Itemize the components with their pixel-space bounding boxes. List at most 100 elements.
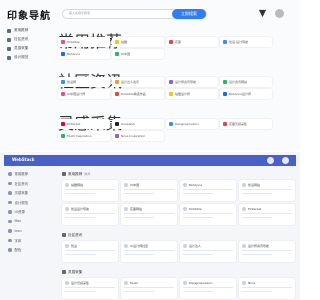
sidebar-item-label: 常用推荐 — [14, 28, 29, 32]
description-line — [183, 216, 213, 218]
site-card[interactable]: Muzli — [121, 278, 177, 299]
description-line — [183, 250, 233, 252]
site-card[interactable]: UI中国 — [112, 49, 164, 59]
user-icon[interactable] — [282, 157, 289, 164]
sidebar-item[interactable]: 常用推荐 — [4, 169, 54, 179]
icon-set-icon — [8, 229, 12, 233]
site-card-title: 设计师资讯导航 — [248, 244, 270, 248]
sidebar-item[interactable]: 灵感采集 — [7, 44, 51, 53]
site-card[interactable]: UI中国 — [121, 180, 177, 201]
site-card-title: 花瓣网站 — [130, 207, 143, 211]
sidebar-item[interactable]: 配色 — [4, 245, 54, 255]
site-card-title: 站酷网站 — [71, 183, 84, 187]
site-favicon-icon — [242, 281, 246, 285]
sidebar-item[interactable]: 字体 — [4, 236, 54, 246]
site-card[interactable]: UI设计师社区 — [121, 241, 177, 262]
site-card[interactable]: 设计灵感采集 — [62, 278, 118, 299]
site-card[interactable]: Dribbble — [58, 37, 110, 47]
site-card-title: 优设设计导航 — [71, 207, 90, 211]
sidebar-bottom: 常用推荐 社区资讯 灵感采集 设计规范 UI资源 Mac Icon 字体 配色 — [4, 169, 54, 255]
sidebar-item[interactable]: UI资源 — [4, 207, 54, 217]
site-card[interactable]: Unsplash — [112, 119, 164, 129]
description-line — [124, 192, 154, 194]
site-favicon-icon — [65, 183, 69, 187]
site-favicon-icon — [61, 122, 65, 126]
site-card[interactable]: Dribbble — [180, 204, 236, 225]
site-logo[interactable]: 印象导航 — [7, 7, 51, 22]
site-card[interactable]: 优设网站 — [239, 180, 295, 201]
site-card[interactable]: Pinterest — [58, 119, 110, 129]
site-card-label: Dribbble精选作品 — [121, 92, 146, 96]
site-card[interactable]: 花瓣 — [166, 37, 218, 47]
site-card-grid: 优设 UI设计师社区 设计达人 设计师资讯导航 — [62, 241, 295, 262]
site-card[interactable]: 站酷设计师 — [166, 89, 218, 99]
site-card[interactable]: 优设 — [62, 241, 118, 262]
site-card-title: 设计达人 — [189, 244, 202, 248]
site-card[interactable]: Behance — [180, 180, 236, 201]
brand-logo[interactable]: WebStack — [12, 157, 34, 162]
site-card-label: Pinterest — [67, 122, 81, 126]
site-card[interactable]: 站酷 — [112, 37, 164, 47]
sidebar-item-label: 配色 — [14, 248, 22, 253]
site-card[interactable]: 优设网 — [58, 77, 110, 87]
site-card[interactable]: Behance — [58, 49, 110, 59]
site-card[interactable]: 站酷网站 — [62, 180, 118, 201]
site-card[interactable]: Niice Inspiration — [112, 131, 164, 141]
sidebar-item[interactable]: Icon — [4, 226, 54, 236]
theme-toggle-icon[interactable] — [258, 9, 267, 18]
sidebar-item[interactable]: 设计规范 — [4, 198, 54, 208]
description-line — [124, 216, 154, 218]
site-favicon-icon — [65, 207, 69, 211]
site-favicon-icon — [65, 281, 69, 285]
site-favicon-icon — [242, 183, 246, 187]
site-card[interactable]: Dribbble精选作品 — [112, 89, 164, 99]
site-card[interactable]: 设计资讯网站 — [220, 77, 272, 87]
site-card[interactable]: Pinterest — [239, 204, 295, 225]
description-line — [124, 287, 174, 289]
description-line — [242, 192, 272, 194]
site-card[interactable]: Behance设计师 — [220, 89, 272, 99]
site-favicon-icon — [242, 207, 246, 211]
site-card[interactable]: 优设-设计导航 — [220, 37, 272, 47]
sidebar-item[interactable]: 设计规范 — [7, 53, 51, 62]
site-favicon-icon — [183, 281, 187, 285]
site-card-label: Niice Inspiration — [121, 134, 146, 138]
avatar-icon[interactable] — [275, 9, 284, 18]
site-card[interactable]: Designspiration — [166, 119, 218, 129]
sidebar-item[interactable]: 社区资讯 — [7, 35, 51, 44]
tag-icon — [62, 270, 66, 274]
site-card[interactable]: 设计达人资讯 — [112, 77, 164, 87]
search-placeholder: 输入关键字搜索 — [69, 11, 91, 15]
site-card[interactable]: 设计师资讯导航 — [166, 77, 218, 87]
sidebar-item[interactable]: 社区资讯 — [4, 179, 54, 189]
site-card[interactable]: 花瓣网站 — [121, 204, 177, 225]
site-card[interactable]: Designspiration — [180, 278, 236, 299]
site-card[interactable]: Muzli Inspiration — [58, 131, 110, 141]
star-icon — [7, 28, 11, 33]
sidebar-item[interactable]: 灵感采集 — [4, 188, 54, 198]
description-line — [124, 189, 174, 191]
site-card[interactable]: 花瓣灵感采集 — [220, 119, 272, 129]
sidebar-item-label: 字体 — [14, 238, 22, 243]
search-button[interactable]: 立即搜索 — [172, 9, 206, 19]
site-favicon-icon — [124, 244, 128, 248]
ruler-icon — [8, 200, 12, 204]
site-favicon-icon — [183, 207, 187, 211]
site-card[interactable]: UI中国设计师 — [58, 89, 110, 99]
sidebar-item-label: 社区资讯 — [14, 37, 29, 41]
sidebar-item-label: 设计规范 — [14, 200, 29, 205]
description-line — [242, 250, 292, 252]
site-card-title: UI设计师社区 — [130, 244, 149, 248]
site-card[interactable]: 设计师资讯导航 — [239, 241, 295, 262]
sidebar-item-label: 设计规范 — [14, 55, 29, 59]
nav-screenshot-bottom: WebStack 常用推荐 社区资讯 灵感采集 设计规范 UI资源 Mac Ic… — [0, 152, 300, 300]
site-card-title: Dribbble — [189, 207, 202, 211]
site-card[interactable]: Niice — [239, 278, 295, 299]
site-card[interactable]: 优设设计导航 — [62, 204, 118, 225]
sidebar-item[interactable]: 常用推荐 — [7, 26, 51, 35]
site-card-label: 花瓣 — [175, 40, 182, 44]
search-icon[interactable] — [267, 157, 274, 164]
site-card[interactable]: 设计达人 — [180, 241, 236, 262]
sidebar-item[interactable]: Mac — [4, 217, 54, 227]
site-grid: Pinterest Unsplash Designspiration 花瓣灵感采… — [58, 119, 272, 141]
